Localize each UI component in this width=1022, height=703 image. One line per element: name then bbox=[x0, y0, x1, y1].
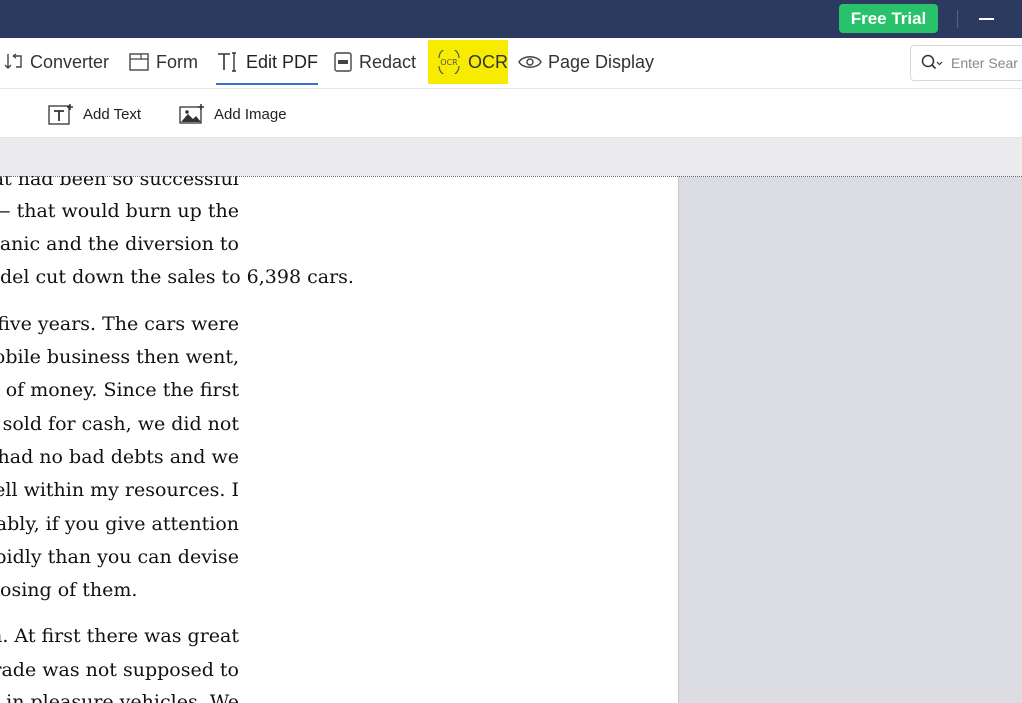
search-input[interactable] bbox=[949, 54, 1022, 72]
tab-form[interactable]: Form bbox=[128, 40, 198, 84]
tab-page-display[interactable]: Page Display bbox=[518, 40, 654, 84]
edit-pdf-icon bbox=[216, 50, 240, 74]
add-text-icon bbox=[48, 103, 74, 125]
title-bar: Free Trial bbox=[0, 0, 1022, 38]
tab-redact[interactable]: Redact bbox=[333, 40, 416, 84]
text-line[interactable]: osing of them. bbox=[0, 578, 137, 602]
text-line[interactable]: del cut down the sales to 6,398 cars. bbox=[0, 265, 354, 289]
free-trial-button[interactable]: Free Trial bbox=[839, 4, 938, 33]
pdf-page[interactable]: we departed from the programme that had … bbox=[0, 176, 679, 703]
text-line[interactable]: Europe. The business, as an automobile b… bbox=[0, 345, 239, 369]
tab-redact-label: Redact bbox=[359, 51, 417, 72]
tab-converter[interactable]: Converter bbox=[2, 40, 109, 84]
search-icon bbox=[921, 54, 943, 72]
text-line[interactable]: on every move. I have always kept well w… bbox=[0, 478, 239, 502]
minimize-icon bbox=[978, 18, 994, 20]
text-line[interactable]: aking our small cars, but the 1907 panic… bbox=[0, 232, 239, 256]
add-image-button[interactable]: Add Image bbox=[179, 101, 287, 127]
tab-ocr[interactable]: OCR OCR bbox=[428, 40, 508, 84]
tab-edit-pdf[interactable]: Edit PDF bbox=[216, 40, 319, 85]
main-toolbar: Converter Form Edit PDF Redact OCR OCR P… bbox=[0, 38, 1022, 89]
tab-page-display-label: Page Display bbox=[548, 51, 655, 72]
tab-ocr-label: OCR bbox=[468, 51, 508, 72]
ocr-icon: OCR bbox=[436, 50, 462, 74]
text-line[interactable]: rdinarily prosperous. We had plenty of m… bbox=[0, 378, 239, 402]
text-line[interactable]: he resources will increase more rapidly … bbox=[0, 545, 239, 569]
text-line[interactable]: we departed from the programme that had … bbox=[0, 176, 239, 191]
redact-icon bbox=[333, 51, 353, 73]
text-line[interactable]: ly always had plenty of money. We sold f… bbox=[0, 412, 239, 436]
text-line[interactable]: rough an experimenting period of five ye… bbox=[0, 312, 239, 336]
ocr-icon-text: OCR bbox=[440, 58, 458, 67]
search-box[interactable] bbox=[910, 45, 1022, 81]
tab-converter-label: Converter bbox=[30, 51, 110, 72]
page-top-edge bbox=[0, 176, 1022, 177]
minimize-button[interactable] bbox=[972, 6, 1000, 32]
add-image-icon bbox=[179, 103, 205, 125]
add-text-label: Add Text bbox=[83, 105, 142, 123]
converter-icon bbox=[2, 51, 24, 73]
tab-edit-pdf-label: Edit PDF bbox=[246, 51, 319, 72]
add-text-button[interactable]: Add Text bbox=[48, 101, 141, 127]
text-line[interactable]: l in the selection of our salesmen. At f… bbox=[0, 624, 239, 648]
tab-form-label: Form bbox=[156, 51, 198, 72]
title-bar-divider bbox=[957, 10, 958, 28]
eye-icon bbox=[518, 52, 542, 72]
text-line[interactable]: osed to be dealing in a luxury — in plea… bbox=[0, 690, 239, 703]
form-icon bbox=[128, 51, 150, 73]
text-line[interactable]: essary to strain them, because, inevitab… bbox=[0, 512, 239, 536]
text-line[interactable]: sold directly to the purchaser. We had n… bbox=[0, 445, 239, 469]
text-line[interactable]: r — fifty horsepower, six cylinder — tha… bbox=[0, 199, 239, 223]
edit-subtoolbar: Add Text Add Image bbox=[0, 89, 1022, 138]
text-line[interactable]: d salesmen because the automobile trade … bbox=[0, 658, 239, 682]
workspace-side-area bbox=[679, 177, 1022, 703]
add-image-label: Add Image bbox=[214, 105, 287, 123]
